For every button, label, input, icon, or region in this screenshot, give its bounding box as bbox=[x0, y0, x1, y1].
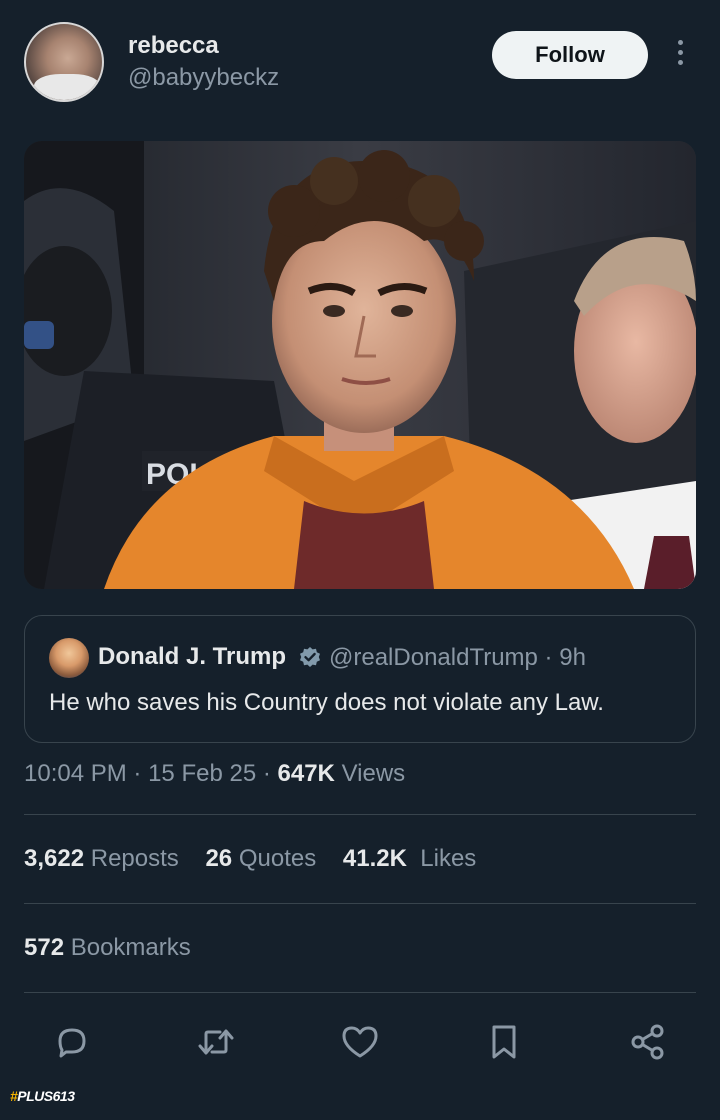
reply-button[interactable] bbox=[48, 1018, 96, 1066]
author-handle[interactable]: @babyybeckz bbox=[128, 64, 279, 92]
reposts-label: Reposts bbox=[90, 845, 179, 872]
bookmarks-stat[interactable]: 572 Bookmarks bbox=[24, 934, 191, 962]
bookmarks-label: Bookmarks bbox=[70, 934, 191, 961]
author-avatar[interactable] bbox=[24, 22, 104, 102]
quoted-avatar[interactable] bbox=[49, 638, 89, 678]
separator-dot: · bbox=[133, 760, 149, 787]
quotes-count: 26 bbox=[205, 845, 233, 872]
tweet-header: rebecca @babyybeckz Follow bbox=[24, 22, 696, 104]
divider bbox=[24, 814, 696, 815]
views-label: Views bbox=[341, 760, 406, 787]
repost-icon bbox=[198, 1029, 234, 1055]
watermark-logo: #PLUS613 bbox=[10, 1088, 75, 1104]
reposts-count: 3,622 bbox=[24, 845, 85, 872]
bookmarks-count: 572 bbox=[24, 934, 65, 961]
repost-button[interactable] bbox=[192, 1018, 240, 1066]
follow-button[interactable]: Follow bbox=[492, 31, 648, 79]
quoted-tweet-text: He who saves his Country does not violat… bbox=[49, 689, 604, 716]
divider bbox=[24, 903, 696, 904]
quoted-author-name: Donald J. Trump bbox=[98, 643, 287, 670]
likes-label: Likes bbox=[420, 845, 477, 872]
tweet-time[interactable]: 10:04 PM bbox=[24, 760, 127, 787]
like-icon bbox=[342, 1026, 378, 1058]
action-bar bbox=[0, 1018, 720, 1066]
quotes-stat[interactable]: 26 Quotes bbox=[205, 845, 316, 872]
more-options-icon[interactable] bbox=[672, 40, 688, 70]
divider bbox=[24, 992, 696, 993]
author-name[interactable]: rebecca bbox=[128, 32, 219, 60]
engagement-stats: 3,622 Reposts 26 Quotes 41.2K Likes bbox=[24, 845, 476, 873]
tweet-meta: 10:04 PM · 15 Feb 25 · 647K Views bbox=[24, 760, 405, 788]
quoted-tweet[interactable]: Donald J. Trump @realDonaldTrump · 9h He… bbox=[24, 615, 696, 743]
bookmark-icon bbox=[492, 1025, 516, 1059]
like-button[interactable] bbox=[336, 1018, 384, 1066]
verified-badge-icon bbox=[300, 647, 320, 667]
tweet-date[interactable]: 15 Feb 25 bbox=[148, 760, 256, 787]
views-count: 647K bbox=[277, 760, 335, 787]
photo-illustration: POLIC bbox=[24, 141, 696, 589]
reply-icon bbox=[58, 1028, 86, 1058]
quoted-author-handle: @realDonaldTrump · 9h bbox=[329, 644, 586, 671]
bookmark-button[interactable] bbox=[480, 1018, 528, 1066]
share-icon bbox=[631, 1024, 664, 1060]
watermark-text: PLUS613 bbox=[17, 1088, 75, 1104]
likes-stat[interactable]: 41.2K Likes bbox=[343, 845, 476, 872]
separator-dot: · bbox=[262, 760, 278, 787]
quotes-label: Quotes bbox=[238, 845, 317, 872]
reposts-stat[interactable]: 3,622 Reposts bbox=[24, 845, 179, 872]
likes-count: 41.2K bbox=[342, 845, 407, 872]
tweet-photo[interactable]: POLIC bbox=[24, 141, 696, 589]
share-button[interactable] bbox=[624, 1018, 672, 1066]
